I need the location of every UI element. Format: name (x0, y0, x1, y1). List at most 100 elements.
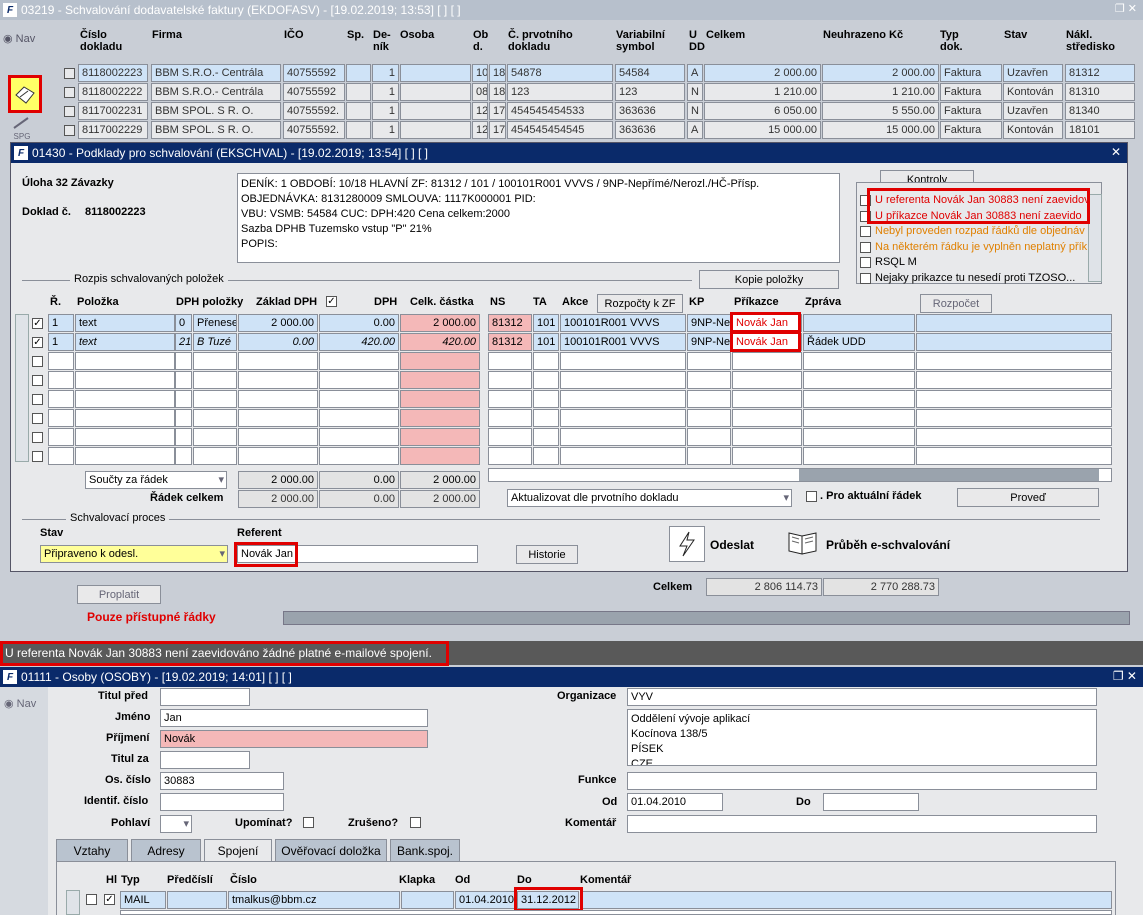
w1-cell[interactable]: 454545454533 (507, 102, 613, 120)
w2-cell[interactable] (400, 409, 480, 427)
w2-cell[interactable]: 100101R001 VVVS (560, 314, 686, 332)
row-select-checkbox[interactable] (86, 894, 97, 905)
w1-cell[interactable] (400, 83, 471, 101)
w1-cell[interactable]: A (687, 121, 703, 139)
w2-cell[interactable] (560, 447, 686, 465)
w2-cell[interactable] (916, 409, 1112, 427)
w2-cell[interactable] (400, 428, 480, 446)
w1-cell[interactable]: 08 (472, 83, 488, 101)
upominat-checkbox[interactable] (303, 817, 314, 828)
w2-cell[interactable]: 21 (175, 333, 192, 351)
w2-cell[interactable] (238, 390, 318, 408)
row-checkbox[interactable] (32, 375, 43, 386)
w2-cell[interactable] (803, 428, 915, 446)
prijmeni-input[interactable]: Novák (160, 730, 428, 748)
w2-cell[interactable]: 1 (48, 333, 74, 351)
w2-cell[interactable] (803, 314, 915, 332)
approve-tool-button[interactable] (8, 75, 42, 113)
w2-cell[interactable] (75, 409, 175, 427)
prubeh-label[interactable]: Průběh e-schvalování (826, 538, 950, 552)
w2-cell[interactable] (488, 390, 532, 408)
w2-cell[interactable] (319, 409, 399, 427)
w1-cell[interactable] (400, 64, 471, 82)
w2-cell[interactable]: 81312 (488, 333, 532, 351)
row-checkbox[interactable] (32, 356, 43, 367)
w2-cell[interactable] (193, 409, 237, 427)
w1-cell[interactable]: 5 550.00 (822, 102, 939, 120)
tab-bank[interactable]: Bank.spoj. (390, 839, 460, 861)
w1-cell[interactable] (346, 121, 371, 139)
jmeno-input[interactable]: Jan (160, 709, 428, 727)
spojeni-klapka[interactable] (401, 891, 454, 909)
w1-cell[interactable]: 10 (472, 64, 488, 82)
w2-cell[interactable] (803, 352, 915, 370)
w2-cell[interactable] (48, 447, 74, 465)
w1-cell[interactable]: 54584 (615, 64, 685, 82)
w2-cell[interactable] (319, 447, 399, 465)
w1-cell[interactable]: 8117002231 (78, 102, 148, 120)
tab-vztahy[interactable]: Vztahy (56, 839, 128, 861)
w2-cell[interactable] (319, 352, 399, 370)
row-checkbox[interactable] (32, 413, 43, 424)
w1-cell[interactable]: Kontován (1003, 121, 1063, 139)
w2-cell[interactable] (687, 390, 731, 408)
historie-button[interactable]: Historie (516, 545, 578, 564)
funkce-input[interactable] (627, 772, 1097, 790)
w2-cell[interactable] (193, 352, 237, 370)
w1-cell[interactable]: Faktura (940, 102, 1002, 120)
kontrola-checkbox[interactable] (860, 241, 871, 253)
w2-cell[interactable] (732, 409, 802, 427)
w2-cell[interactable] (175, 409, 192, 427)
w1-cell[interactable]: 8118002223 (78, 64, 148, 82)
w1-cell[interactable]: 123 (507, 83, 613, 101)
w1-cell[interactable]: 6 050.00 (704, 102, 821, 120)
w1-cell[interactable]: N (687, 102, 703, 120)
w2-cell[interactable] (75, 352, 175, 370)
w2-cell[interactable]: Přenese (193, 314, 237, 332)
w2-cell[interactable]: B Tuzé (193, 333, 237, 351)
w2-cell[interactable] (916, 352, 1112, 370)
w2-cell[interactable] (803, 409, 915, 427)
w1-cell[interactable]: Faktura (940, 83, 1002, 101)
hl-checkbox[interactable]: ✓ (104, 894, 115, 905)
w2-cell[interactable] (488, 428, 532, 446)
w1-cell[interactable]: Faktura (940, 64, 1002, 82)
soucty-select[interactable]: Součty za řádek ▾ (85, 471, 227, 489)
w2-cell[interactable] (193, 371, 237, 389)
w1-cell[interactable]: N (687, 83, 703, 101)
w2-cell[interactable] (238, 371, 318, 389)
w2-cell[interactable] (75, 371, 175, 389)
close-icon[interactable]: ✕ (1111, 145, 1121, 159)
w2-cell[interactable]: 0.00 (238, 333, 318, 351)
w2-cell[interactable] (916, 390, 1112, 408)
w2-cell[interactable] (400, 390, 480, 408)
w1-cell[interactable]: 12 (472, 121, 488, 139)
w2-cell[interactable] (803, 447, 915, 465)
info-textarea[interactable]: DENÍK: 1 OBDOBÍ: 10/18 HLAVNÍ ZF: 81312 … (237, 173, 840, 263)
w2-cell[interactable] (533, 428, 559, 446)
w2-cell[interactable] (916, 428, 1112, 446)
w2-cell[interactable] (75, 447, 175, 465)
tab-overovaci[interactable]: Ověřovací doložka (275, 839, 387, 861)
book-icon[interactable] (786, 527, 822, 563)
w2-cell[interactable] (488, 352, 532, 370)
w1-cell[interactable]: 1 210.00 (822, 83, 939, 101)
komentar-input[interactable] (627, 815, 1097, 833)
nav-button[interactable]: ◉ Nav (3, 32, 35, 45)
w2-cell[interactable] (533, 447, 559, 465)
w2-cell[interactable]: Řádek UDD (803, 333, 915, 351)
w1-cell[interactable]: 1 (372, 83, 399, 101)
w2-cell[interactable] (175, 371, 192, 389)
row-checkbox[interactable] (32, 394, 43, 405)
w2-grid-vscroll[interactable] (15, 314, 29, 462)
w1-cell[interactable] (346, 83, 371, 101)
w2-cell[interactable] (488, 409, 532, 427)
w1-cell[interactable]: 40755592 (283, 64, 345, 82)
w2-cell[interactable] (175, 428, 192, 446)
w1-cell[interactable]: 40755592. (283, 102, 345, 120)
w2-cell[interactable] (488, 447, 532, 465)
w2-cell[interactable] (175, 447, 192, 465)
w2-cell[interactable] (48, 409, 74, 427)
w2-cell[interactable] (803, 371, 915, 389)
w1-cell[interactable]: 17 (489, 102, 506, 120)
